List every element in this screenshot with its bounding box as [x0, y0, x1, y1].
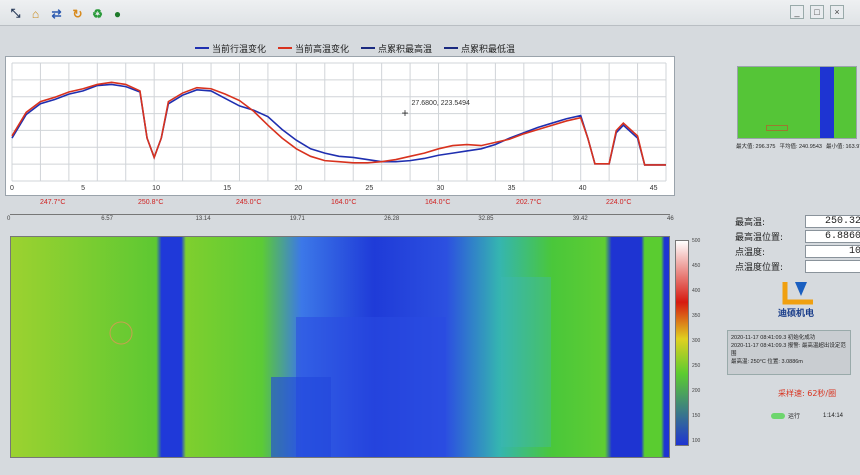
point-pos-value[interactable]: 0	[805, 260, 860, 273]
x-tick-label: 45	[650, 185, 658, 192]
legend-item: 点累积最高温	[361, 42, 432, 55]
logo-icon	[782, 282, 813, 305]
thermal-image[interactable]	[11, 237, 670, 458]
toolbar: ⤡ ⌂ ⇄ ↻ ♻ ● _ □ ×	[0, 0, 860, 26]
color-scale-bar	[675, 240, 689, 446]
event-log: 2020-11-17 08:41:09.3 初始化成功 2020-11-17 0…	[727, 330, 851, 375]
log-line: 2020-11-17 08:41:09.3 报警: 最高温超出设定范围	[731, 343, 846, 357]
max-temp-value: 250.326	[805, 215, 860, 228]
scale-label: 450	[692, 263, 701, 269]
scale-label: 500	[692, 238, 701, 244]
run-icon[interactable]: ●	[110, 6, 125, 21]
distance-ruler: 0 6.57 13.14 19.71 26.28 32.85 39.42 46	[7, 214, 674, 224]
scale-label: 350	[692, 313, 701, 319]
point-pos-label: 点温度位置:	[735, 263, 784, 273]
point-temp-label: 点温度:	[735, 248, 766, 258]
max-temp-marker-label: 245.0°C	[236, 199, 262, 206]
legend-item: 当前高温变化	[278, 42, 349, 55]
swap-icon[interactable]: ⇄	[49, 6, 64, 21]
cold-region	[271, 377, 331, 457]
company-logo	[779, 278, 819, 306]
x-tick-label: 25	[365, 185, 373, 192]
point-pos-row: 点温度位置: 0	[735, 260, 860, 273]
point-temp-row: 点温度: 100	[735, 245, 860, 258]
x-tick-label: 5	[81, 185, 85, 192]
point-temp-value[interactable]: 100	[805, 245, 860, 258]
mid-region	[501, 277, 551, 447]
ruler-label: 13.14	[195, 216, 211, 222]
ruler-label: 6.57	[101, 216, 113, 222]
max-temp-row: 最高温: 250.326	[735, 215, 860, 228]
x-tick-label: 0	[10, 185, 14, 192]
x-tick-label: 30	[437, 185, 445, 192]
max-temp-label: 最高温:	[735, 218, 766, 228]
run-indicator[interactable]: 运行	[771, 411, 800, 420]
refresh-icon[interactable]: ↻	[70, 6, 85, 21]
chart-legend: 当前行温变化 当前高温变化 点累积最高温 点累积最低温	[195, 41, 515, 55]
max-temp-marker-label: 202.7°C	[516, 199, 542, 206]
x-tick-label: 40	[579, 185, 587, 192]
scale-label: 250	[692, 363, 701, 369]
crosshair-icon: +	[402, 106, 409, 120]
legend-item: 当前行温变化	[195, 42, 266, 55]
status-time: 1:14:14	[823, 413, 844, 419]
company-name: 迪硕机电	[778, 309, 815, 319]
x-tick-label: 20	[294, 185, 302, 192]
expand-icon[interactable]: ⤡	[8, 6, 23, 21]
ruler-label: 0	[7, 216, 11, 222]
x-tick-label: 10	[152, 185, 160, 192]
series-line-high-temp	[11, 81, 666, 166]
cursor-readout: 27.6800, 223.5494	[412, 100, 470, 107]
log-line: 2020-11-17 08:41:09.3 初始化成功	[731, 335, 816, 341]
max-temp-marker-label: 250.8°C	[138, 199, 164, 206]
max-temp-marker-label: 247.7°C	[40, 199, 66, 206]
max-temp-pos-row: 最高温位置: 6.88606	[735, 230, 860, 243]
minimize-button[interactable]: _	[790, 5, 804, 19]
ruler-label: 39.42	[572, 216, 588, 222]
line-chart-panel: 0 5 10 15 20 25 30 35 40 45 +27.6800, 223.5494	[5, 56, 675, 196]
scale-label: 400	[692, 288, 701, 294]
scale-label: 100	[692, 438, 701, 444]
ruler-label: 26.28	[384, 216, 400, 222]
max-temp-marker-label: 224.0°C	[606, 199, 632, 206]
mini-cursor-box	[766, 125, 788, 131]
sample-rate: 采样速: 62秒/圈	[778, 389, 837, 398]
recycle-icon[interactable]: ♻	[90, 6, 105, 21]
legend-item: 点累积最低温	[444, 42, 515, 55]
max-temp-pos-value: 6.88606	[805, 230, 860, 243]
max-temp-marker-label: 164.0°C	[425, 199, 451, 206]
ruler-label: 32.85	[478, 216, 494, 222]
maximize-button[interactable]: □	[810, 5, 824, 19]
ruler-label: 46	[667, 216, 674, 222]
run-led-icon	[771, 412, 785, 419]
max-temp-pos-label: 最高温位置:	[735, 233, 784, 243]
line-chart[interactable]: 0 5 10 15 20 25 30 35 40 45 +27.6800, 223.5494	[6, 57, 674, 195]
run-label: 运行	[788, 414, 801, 420]
ruler-label: 19.71	[289, 216, 305, 222]
scale-label: 150	[692, 413, 701, 419]
lock-icon[interactable]: ⌂	[28, 6, 43, 21]
mini-thermal-panel	[737, 66, 857, 139]
max-temp-marker-label: 164.0°C	[331, 199, 357, 206]
thermal-image-panel	[10, 236, 670, 458]
log-line: 最高温: 250°C 位置: 3.0886m	[731, 359, 803, 365]
mini-blue-band	[820, 67, 834, 138]
x-tick-label: 35	[508, 185, 516, 192]
scale-label: 200	[692, 388, 701, 394]
scale-label: 300	[692, 338, 701, 344]
x-tick-label: 15	[223, 185, 231, 192]
close-button[interactable]: ×	[830, 5, 844, 19]
mini-stats: 最大值: 296.375 平均值: 240.9543 最小值: 163.9789	[736, 144, 860, 150]
